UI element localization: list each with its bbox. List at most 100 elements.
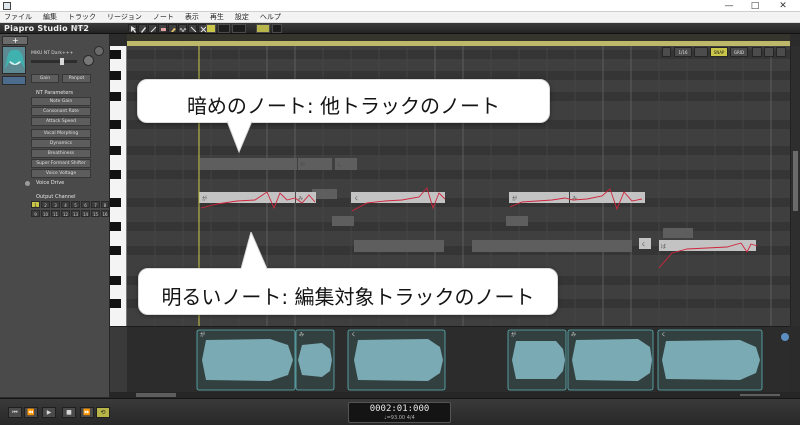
minimize-button[interactable]: — [718, 0, 740, 12]
stop-button[interactable]: ■ [62, 407, 76, 418]
output-channel-9[interactable]: 9 [31, 210, 40, 217]
black-key[interactable] [110, 71, 121, 80]
gear-icon[interactable] [94, 46, 104, 56]
dark-note[interactable] [354, 240, 444, 252]
panpot-button[interactable]: Panpot [62, 74, 91, 83]
dark-note[interactable] [332, 216, 354, 226]
dark-note[interactable] [663, 228, 693, 238]
pencil-icon[interactable] [138, 24, 147, 33]
output-channel-8[interactable]: 8 [101, 201, 109, 208]
play-button[interactable]: ▶ [42, 407, 56, 418]
gain-slider-handle[interactable] [60, 58, 64, 65]
param-note-gain[interactable]: Note Gain [31, 97, 91, 106]
horizontal-scroll-thumb[interactable] [136, 393, 176, 397]
output-channel-14[interactable]: 14 [81, 210, 90, 217]
output-channel-2[interactable]: 2 [41, 201, 50, 208]
output-channel-1[interactable]: 1 [31, 201, 40, 208]
output-channel-13[interactable]: 13 [71, 210, 80, 217]
param-consonant-rate[interactable]: Consonant Rate [31, 107, 91, 116]
output-channel-6[interactable]: 6 [81, 201, 90, 208]
grid-button[interactable]: GRID [730, 47, 748, 57]
waveform-area[interactable]: が み く が み く [110, 326, 790, 397]
loop-button[interactable]: ⟲ [96, 407, 110, 418]
gain-slider-track[interactable] [31, 60, 77, 63]
output-channel-3[interactable]: 3 [51, 201, 60, 208]
menu-track[interactable]: トラック [68, 12, 96, 23]
bright-note[interactable] [659, 240, 756, 251]
output-channel-12[interactable]: 12 [61, 210, 70, 217]
voice-drive-toggle[interactable] [25, 181, 30, 186]
black-key[interactable] [110, 170, 121, 179]
piano-keyboard[interactable] [110, 46, 127, 326]
black-key[interactable] [110, 120, 121, 129]
brush-icon[interactable] [168, 24, 177, 33]
menu-settings[interactable]: 設定 [235, 12, 249, 23]
output-channel-5[interactable]: 5 [71, 201, 80, 208]
output-channel-15[interactable]: 15 [91, 210, 100, 217]
expand-icon[interactable] [776, 47, 786, 57]
option-selector[interactable] [272, 24, 282, 33]
gain-button[interactable]: Gain [31, 74, 59, 83]
black-key[interactable] [110, 276, 121, 285]
fast-forward-button[interactable]: ⏩ [80, 407, 94, 418]
maximize-button[interactable]: □ [744, 0, 766, 12]
output-channel-16[interactable]: 16 [101, 210, 109, 217]
dark-note[interactable] [472, 240, 632, 252]
black-key[interactable] [110, 246, 121, 255]
scroll-icon[interactable] [764, 47, 774, 57]
pointer-icon[interactable] [128, 24, 137, 33]
magnet-icon[interactable] [662, 47, 671, 57]
zoom-icon[interactable] [752, 47, 762, 57]
output-channel-11[interactable]: 11 [51, 210, 60, 217]
vertical-scrollbar[interactable] [790, 46, 800, 326]
edit-length-button[interactable]: 1/16 [674, 47, 692, 57]
dark-note[interactable] [200, 158, 297, 170]
panpot-knob[interactable] [83, 55, 94, 66]
output-channel-10[interactable]: 10 [41, 210, 50, 217]
black-key[interactable] [110, 299, 121, 308]
edit-mode-icon[interactable] [694, 47, 708, 57]
param-voice-voltage[interactable]: Voice Voltage [31, 169, 91, 178]
menu-view[interactable]: 表示 [185, 12, 199, 23]
menu-file[interactable]: ファイル [4, 12, 32, 23]
black-key[interactable] [110, 222, 121, 231]
vibrato-icon[interactable] [178, 24, 187, 33]
bright-note[interactable] [509, 192, 569, 203]
line-icon[interactable] [148, 24, 157, 33]
close-window-button[interactable]: ✕ [772, 0, 794, 12]
black-key[interactable] [110, 198, 121, 207]
timeline-ruler[interactable] [127, 34, 790, 46]
output-channel-7[interactable]: 7 [91, 201, 100, 208]
menu-region[interactable]: リージョン [107, 12, 142, 23]
eraser-icon[interactable] [158, 24, 167, 33]
dark-note[interactable] [506, 216, 528, 226]
menu-edit[interactable]: 編集 [43, 12, 57, 23]
bright-note[interactable] [570, 192, 645, 203]
menu-note[interactable]: ノート [153, 12, 174, 23]
vertical-scroll-thumb[interactable] [793, 151, 798, 211]
black-key[interactable] [110, 92, 121, 101]
snap-selector[interactable] [232, 24, 246, 33]
length-selector[interactable] [218, 24, 230, 33]
mode-selector[interactable] [256, 24, 270, 33]
go-to-start-button[interactable]: ⏮ [8, 407, 22, 418]
param-attack-speed[interactable]: Attack Speed [31, 117, 91, 126]
snap-button[interactable]: SNAP [710, 47, 728, 57]
param-dynamics[interactable]: Dynamics [31, 139, 91, 148]
menu-playback[interactable]: 再生 [210, 12, 224, 23]
knife-icon[interactable] [188, 24, 197, 33]
singer-settings-icon[interactable] [2, 76, 26, 85]
add-track-button[interactable]: + [2, 36, 28, 45]
menu-help[interactable]: ヘルプ [260, 12, 281, 23]
output-channel-4[interactable]: 4 [61, 201, 70, 208]
rewind-button[interactable]: ⏪ [24, 407, 38, 418]
param-breathiness[interactable]: Breathiness [31, 149, 91, 158]
zoom-slider[interactable] [740, 394, 780, 396]
singer-avatar [2, 46, 26, 74]
black-key[interactable] [110, 50, 121, 59]
param-super-formant-shifter[interactable]: Super Formant Shifter [31, 159, 91, 168]
black-key[interactable] [110, 146, 121, 155]
waveform-info-icon[interactable] [781, 333, 789, 341]
quantize-selector[interactable] [206, 24, 216, 33]
param-vocal-morphing[interactable]: Vocal Morphing [31, 129, 91, 138]
